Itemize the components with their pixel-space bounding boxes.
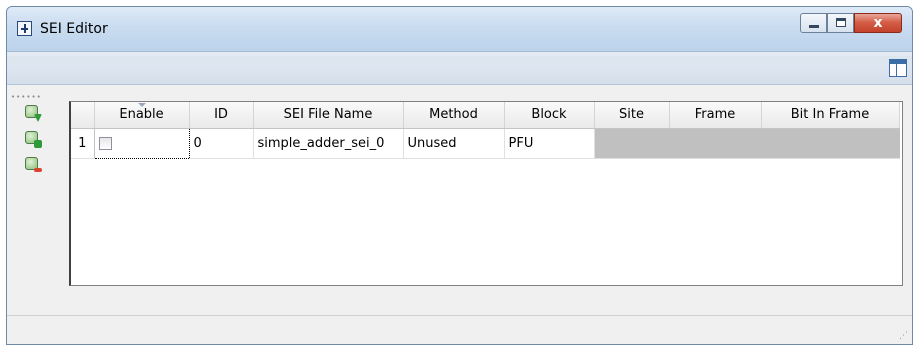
panel-layout-icon[interactable] bbox=[889, 59, 907, 77]
bit-in-frame-cell bbox=[761, 128, 900, 159]
row-number: 1 bbox=[71, 128, 95, 159]
column-header-block[interactable]: Block bbox=[504, 102, 595, 129]
method-cell[interactable]: Unused bbox=[403, 128, 505, 159]
column-header-method[interactable]: Method bbox=[403, 102, 505, 129]
column-header-bit-in-frame[interactable]: Bit In Frame bbox=[761, 102, 900, 129]
column-header-enable[interactable]: Enable bbox=[94, 102, 190, 129]
close-button[interactable]: x bbox=[854, 13, 902, 33]
enable-cell[interactable] bbox=[93, 127, 190, 159]
title-bar[interactable]: SEI Editor x bbox=[7, 7, 912, 51]
editor-content: •••••• Enable ID SEI File Name Method Bl… bbox=[7, 85, 912, 344]
table-row: 1 0 simple_adder_sei_0 Unused PFU bbox=[71, 127, 900, 159]
caption-buttons: x bbox=[800, 13, 902, 35]
column-header-frame[interactable]: Frame bbox=[669, 102, 762, 129]
side-toolbar: •••••• bbox=[9, 89, 63, 314]
minimize-icon bbox=[809, 25, 819, 28]
minimize-button[interactable] bbox=[800, 13, 827, 33]
column-header-sei-file-name[interactable]: SEI File Name bbox=[253, 102, 404, 129]
toolbar-strip bbox=[7, 56, 912, 66]
sei-file-name-cell[interactable]: simple_adder_sei_0 bbox=[253, 128, 404, 159]
maximize-button[interactable] bbox=[827, 13, 854, 33]
column-header-id[interactable]: ID bbox=[189, 102, 254, 129]
resize-grip-icon[interactable]: ⋰ bbox=[899, 331, 908, 341]
status-bar: ⋰ bbox=[7, 315, 912, 344]
table-header-row: Enable ID SEI File Name Method Block Sit… bbox=[71, 102, 900, 129]
add-sei-button[interactable] bbox=[23, 129, 42, 148]
toolbar bbox=[7, 51, 912, 85]
frame-cell bbox=[669, 128, 762, 159]
column-header-site[interactable]: Site bbox=[594, 102, 670, 129]
site-cell bbox=[594, 128, 670, 159]
row-number-header bbox=[71, 102, 95, 129]
app-logo-icon bbox=[17, 21, 32, 36]
maximize-icon bbox=[836, 18, 846, 27]
drag-grip-icon[interactable]: •••••• bbox=[11, 93, 42, 101]
import-sei-button[interactable] bbox=[23, 103, 42, 122]
window-title: SEI Editor bbox=[40, 21, 108, 37]
sei-editor-window: SEI Editor x •••••• Enable ID SEI File N… bbox=[6, 6, 913, 345]
sei-table: Enable ID SEI File Name Method Block Sit… bbox=[69, 101, 903, 286]
enable-checkbox[interactable] bbox=[98, 136, 112, 150]
block-cell[interactable]: PFU bbox=[504, 128, 595, 159]
close-icon: x bbox=[873, 15, 883, 31]
id-cell[interactable]: 0 bbox=[189, 128, 254, 159]
remove-sei-button[interactable] bbox=[23, 155, 42, 173]
